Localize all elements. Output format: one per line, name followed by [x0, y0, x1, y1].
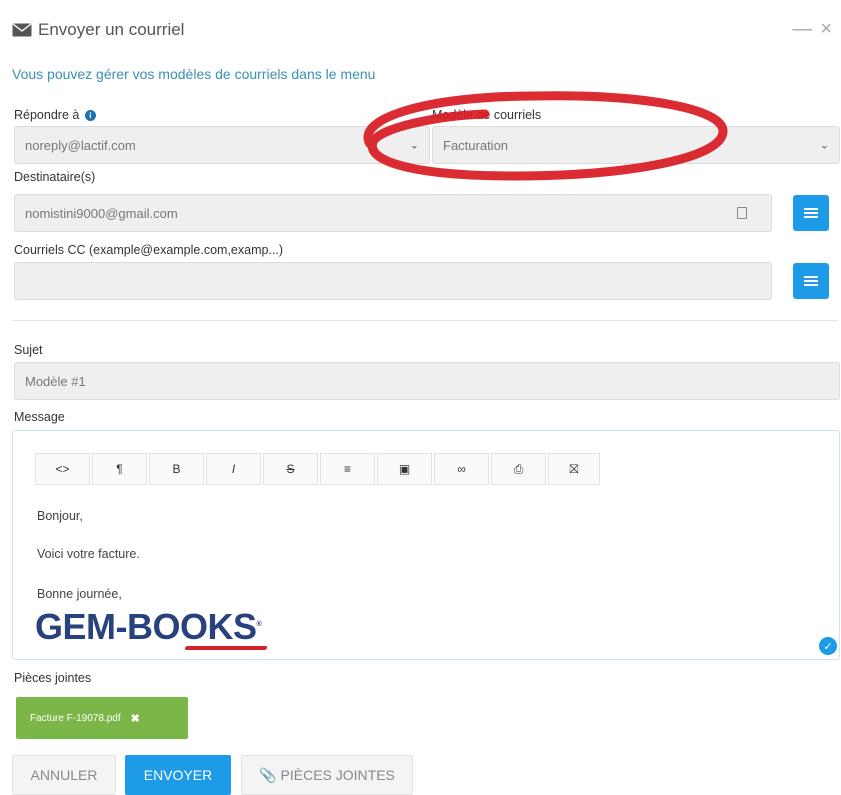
recipients-input[interactable]: nomistini9000@gmail.com — [14, 194, 772, 232]
reply-to-label-text: Répondre à — [14, 108, 80, 122]
code-view-icon[interactable]: <> — [35, 453, 90, 485]
italic-icon[interactable]: I — [206, 453, 261, 485]
chevron-down-icon: ⌄ — [819, 139, 829, 152]
cc-input[interactable] — [14, 262, 772, 300]
gem-books-logo: GEM-BOOKS® — [35, 606, 268, 650]
strikethrough-icon[interactable]: S — [263, 453, 318, 485]
message-editor[interactable]: <> ¶ B I S ≡ ▣ ∞ ⎙ ⛝ Bonjour, Voici votr… — [12, 430, 840, 660]
info-icon[interactable]: i — [84, 110, 96, 121]
attachment-chip[interactable]: Facture F-19078.pdf ✖ — [16, 697, 188, 739]
close-icon[interactable]: × — [820, 18, 832, 40]
reply-to-label: Répondre à i — [14, 108, 96, 122]
remove-attachment-icon[interactable]: ✖ — [131, 712, 140, 725]
list-icon — [804, 208, 818, 218]
chevron-down-icon: ⌄ — [409, 139, 419, 152]
add-attachments-label: PIÈCES JOINTES — [280, 767, 395, 783]
logo-mark: ® — [256, 621, 262, 628]
template-select[interactable]: Facturation ⌄ — [432, 126, 840, 164]
reply-to-value: noreply@lactif.com — [25, 137, 136, 153]
cancel-button[interactable]: ANNULER — [12, 755, 116, 795]
dialog-title-text: Envoyer un courriel — [38, 20, 185, 39]
logo-text: GEM-BOOKS — [35, 606, 257, 647]
minimize-icon[interactable]: — — [792, 18, 812, 40]
send-button[interactable]: ENVOYER — [125, 755, 231, 795]
message-line: Bonjour, — [37, 509, 83, 523]
bold-icon[interactable]: B — [149, 453, 204, 485]
logo-swoosh — [184, 646, 268, 650]
image-icon[interactable]: ▣ — [377, 453, 432, 485]
subject-label: Sujet — [14, 343, 43, 357]
link-icon[interactable]: ∞ — [434, 453, 489, 485]
cc-list-button[interactable] — [793, 263, 829, 299]
list-icon — [804, 276, 818, 286]
add-attachments-button[interactable]: 📎 PIÈCES JOINTES — [241, 755, 413, 795]
template-label: Modèle de courriels — [432, 108, 542, 122]
list-icon[interactable]: ≡ — [320, 453, 375, 485]
window-controls: — × — [792, 18, 832, 40]
reply-to-select[interactable]: noreply@lactif.com ⌄ — [14, 126, 430, 164]
message-line: Voici votre facture. — [37, 547, 140, 561]
envelope-icon — [12, 23, 32, 37]
subject-input[interactable]: Modèle #1 — [14, 362, 840, 400]
template-info-text: Vous pouvez gérer vos modèles de courrie… — [12, 66, 376, 82]
paperclip-icon: 📎 — [259, 766, 277, 783]
fullscreen-icon[interactable]: ⛝ — [548, 453, 600, 485]
contact-card-icon[interactable] — [737, 207, 747, 219]
recipients-list-button[interactable] — [793, 195, 829, 231]
template-value: Facturation — [443, 137, 509, 153]
dialog-header: Envoyer un courriel — × — [12, 14, 832, 44]
dialog-title: Envoyer un courriel — [12, 20, 184, 40]
editor-toolbar: <> ¶ B I S ≡ ▣ ∞ ⎙ ⛝ — [35, 453, 600, 485]
divider — [12, 320, 838, 321]
recipients-label: Destinataire(s) — [14, 170, 96, 184]
cc-label: Courriels CC (example@example.com,examp.… — [14, 243, 284, 257]
paragraph-icon[interactable]: ¶ — [92, 453, 147, 485]
check-icon: ✓ — [819, 637, 837, 655]
attachment-filename: Facture F-19078.pdf — [30, 712, 121, 724]
message-label: Message — [14, 410, 65, 424]
subject-value: Modèle #1 — [25, 373, 86, 389]
attachments-label: Pièces jointes — [14, 671, 92, 685]
message-line: Bonne journée, — [37, 587, 122, 601]
recipients-value: nomistini9000@gmail.com — [25, 205, 178, 221]
print-icon[interactable]: ⎙ — [491, 453, 546, 485]
